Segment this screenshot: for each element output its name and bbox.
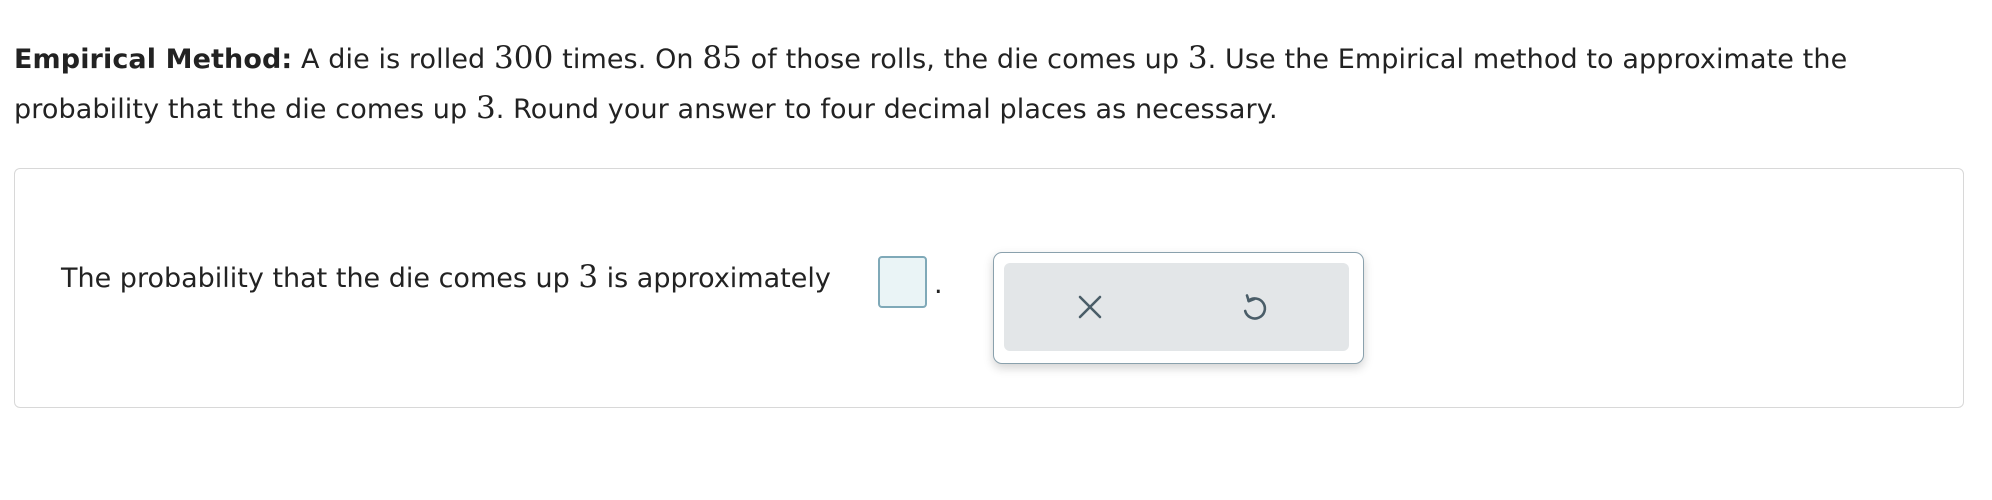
question-prompt: Empirical Method: A die is rolled 300 ti… bbox=[14, 34, 1974, 134]
face-value: 3 bbox=[1187, 40, 1208, 76]
answer-input[interactable] bbox=[878, 256, 927, 308]
face-value-again: 3 bbox=[475, 90, 496, 126]
answer-panel: The probability that the die comes up 3 … bbox=[14, 168, 1964, 408]
prompt-text-1: A die is rolled bbox=[292, 44, 494, 75]
close-icon bbox=[1078, 295, 1102, 319]
answer-sentence: The probability that the die comes up 3 … bbox=[61, 257, 831, 299]
answer-tools-popup bbox=[993, 252, 1364, 364]
undo-icon bbox=[1243, 294, 1267, 320]
answer-face-value: 3 bbox=[578, 259, 599, 295]
answer-period: . bbox=[934, 269, 943, 300]
method-label: Empirical Method: bbox=[14, 44, 293, 75]
prompt-text-2: times. On bbox=[553, 44, 703, 75]
clear-button[interactable] bbox=[1064, 281, 1116, 333]
undo-button[interactable] bbox=[1228, 281, 1280, 333]
prompt-text-3: of those rolls, the die comes up bbox=[742, 44, 1188, 75]
prompt-text-5: . Round your answer to four decimal plac… bbox=[495, 94, 1278, 125]
answer-text-after: is approximately bbox=[598, 263, 831, 294]
rolls-value: 300 bbox=[493, 40, 554, 76]
hits-value: 85 bbox=[702, 40, 742, 76]
answer-text-before: The probability that the die comes up bbox=[61, 263, 579, 294]
answer-tools-bar bbox=[1004, 263, 1349, 351]
